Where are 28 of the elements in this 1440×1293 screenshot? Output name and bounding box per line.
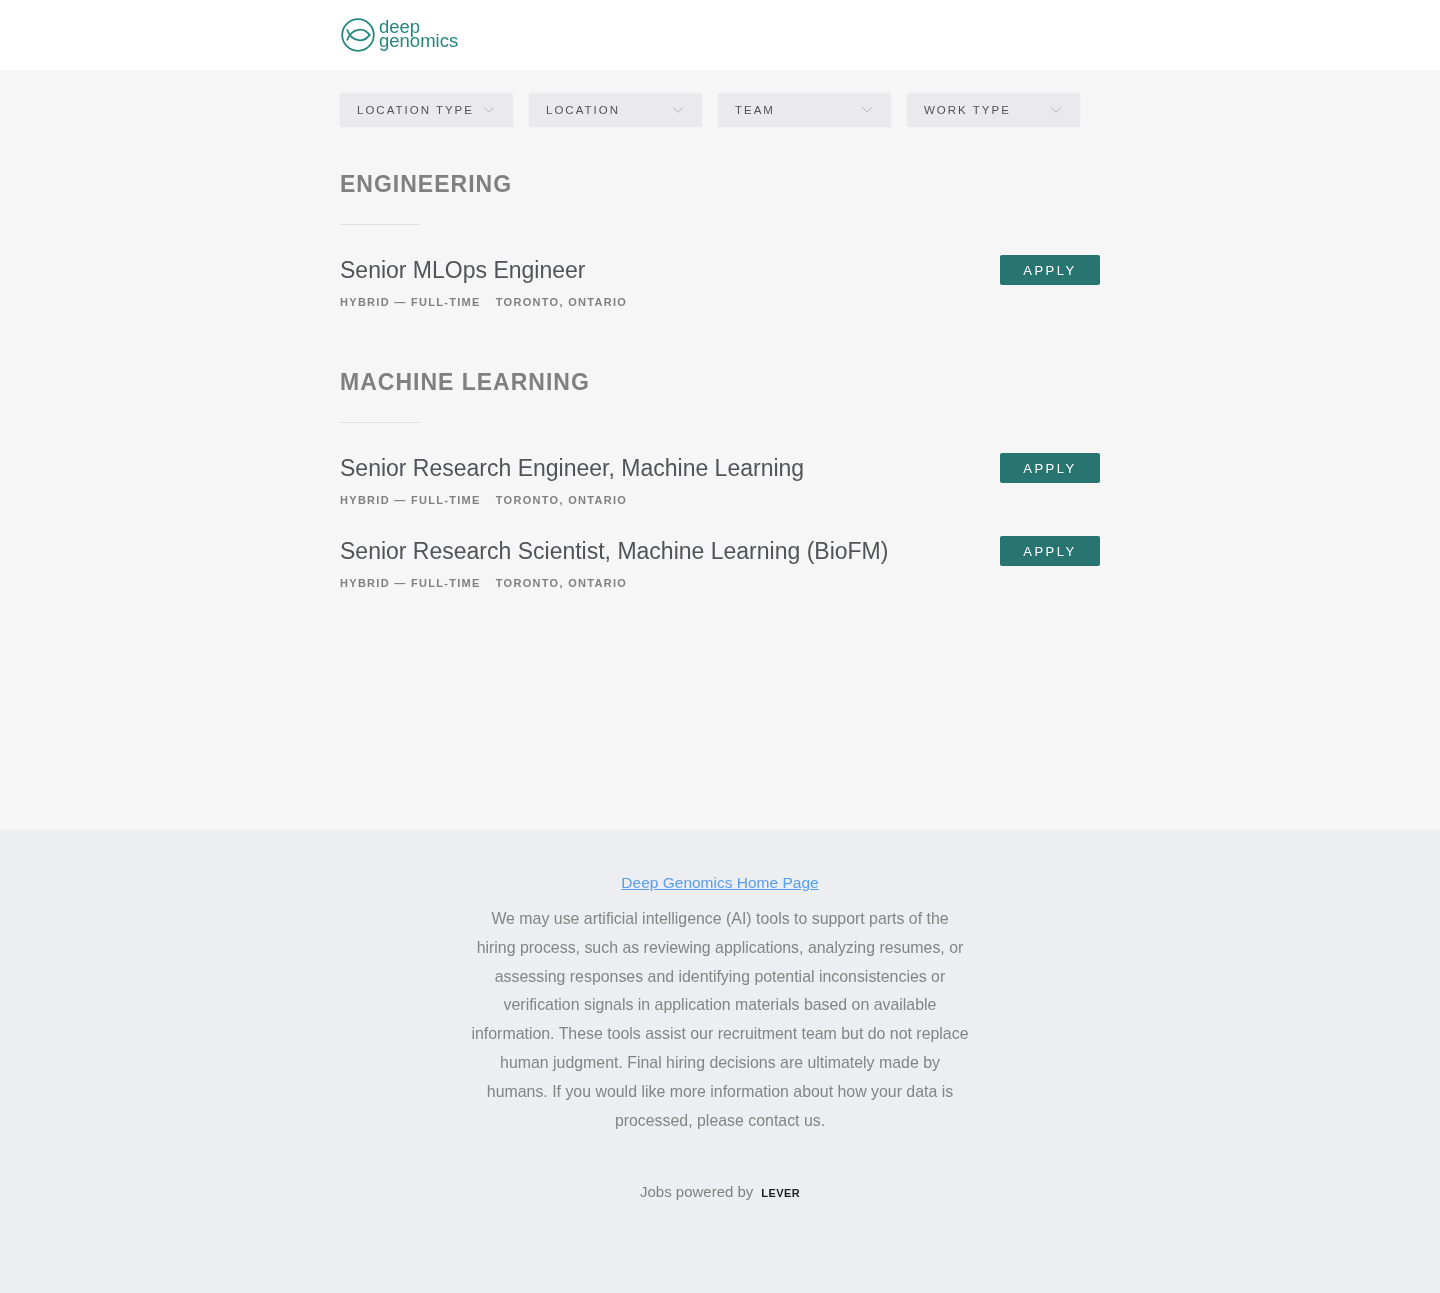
chevron-down-icon xyxy=(862,107,872,113)
job-location: TORONTO, ONTARIO xyxy=(495,576,628,591)
chevron-down-icon xyxy=(1051,107,1061,113)
powered-by-text: Jobs powered by xyxy=(639,1182,754,1203)
job-commitment: HYBRID — FULL-TIME xyxy=(340,493,481,508)
job-commitment: HYBRID — FULL-TIME xyxy=(340,576,481,591)
apply-button[interactable]: APPLY xyxy=(1000,536,1100,566)
apply-button[interactable]: APPLY xyxy=(1000,255,1100,285)
job-commitment: HYBRID — FULL-TIME xyxy=(340,295,481,310)
job-title-link[interactable]: Senior MLOps Engineer xyxy=(340,255,628,285)
section-heading: MACHINE LEARNING xyxy=(340,368,591,397)
filter-dropdown[interactable]: LOCATION xyxy=(529,93,702,127)
chevron-down-icon xyxy=(484,107,494,113)
job-location: TORONTO, ONTARIO xyxy=(495,295,628,310)
logo-icon xyxy=(341,18,375,52)
filter-dropdown[interactable]: WORK TYPE xyxy=(907,93,1080,127)
section-heading: ENGINEERING xyxy=(340,170,514,199)
job-location: TORONTO, ONTARIO xyxy=(495,493,628,508)
filter-dropdown[interactable]: LOCATION TYPE xyxy=(340,93,513,127)
job-title-link[interactable]: Senior Research Scientist, Machine Learning (BioFM) xyxy=(340,536,889,566)
logo[interactable]: deep genomics xyxy=(341,18,459,52)
ai-notice-text: We may use artificial intelligence (AI) tools to support parts of the hiring process, such as reviewing applications, analyzing resumes, or assessing responses and identifying potential inconsistencies or verification signals in application materials based on available information. These tools assist our recruitment team but do not replace human judgment. Final hiring decisions are ultimately made by humans. If you would like more information about how your data is processed, please contact us. xyxy=(470,909,970,1131)
job-title-link[interactable]: Senior Research Engineer, Machine Learning xyxy=(340,453,805,483)
logo-wordmark: deep genomics xyxy=(379,19,459,51)
lever-logo-link[interactable]: LEVER xyxy=(761,1187,801,1200)
apply-button[interactable]: APPLY xyxy=(1000,453,1100,483)
chevron-down-icon xyxy=(673,107,683,113)
filter-dropdown[interactable]: TEAM xyxy=(718,93,891,127)
